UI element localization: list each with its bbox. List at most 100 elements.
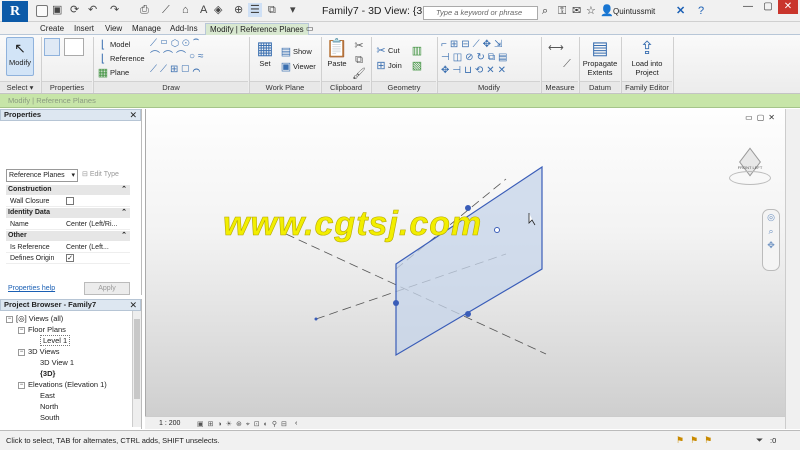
cut-clipboard-icon[interactable]: ✂: [352, 39, 366, 53]
viewcube-compass-ring[interactable]: [729, 171, 771, 185]
view-3d-icon[interactable]: ◈: [214, 3, 222, 17]
show-button[interactable]: Show: [293, 47, 312, 56]
split-face-icon[interactable]: ▥: [410, 44, 424, 58]
join-icon[interactable]: ⊞: [374, 59, 388, 73]
property-row[interactable]: Name Center (Left/Ri...: [6, 219, 130, 230]
category-other[interactable]: Other ⌃: [6, 231, 130, 241]
edit-type-button[interactable]: ⊟ Edit Type: [82, 170, 119, 178]
collapse-toggle-icon[interactable]: −: [18, 326, 25, 334]
steering-wheel-icon[interactable]: ◎: [763, 210, 779, 224]
maximize-button[interactable]: ▢: [758, 0, 778, 14]
model-canvas[interactable]: [146, 109, 786, 416]
view-scale[interactable]: 1 : 200: [159, 420, 180, 427]
close-icon[interactable]: ✕: [129, 110, 137, 120]
filter-icon[interactable]: ⏷: [756, 435, 763, 446]
propagate-extents-button[interactable]: ▤ Propagate Extents: [582, 37, 618, 77]
3d-viewport[interactable]: ▭▢✕ FRONT LEFT ◎ ⌕ ✥ www.cgtsj.com: [145, 109, 785, 416]
plane-icon[interactable]: ▦: [96, 66, 110, 80]
collapse-toggle-icon[interactable]: −: [18, 348, 25, 356]
view-control-chevron-icon[interactable]: ‹: [295, 420, 297, 427]
wall-closure-checkbox[interactable]: [66, 197, 74, 206]
dimension-icon[interactable]: ⟋: [560, 57, 574, 71]
set-work-plane-button[interactable]: ▦ Set: [254, 37, 276, 68]
measure-distance-icon[interactable]: ⟷: [548, 41, 564, 55]
text-icon[interactable]: A: [200, 3, 207, 17]
close-button[interactable]: ✕: [778, 0, 798, 14]
join-button[interactable]: Join: [388, 61, 402, 70]
tab-insert[interactable]: Insert: [74, 23, 94, 35]
scrollbar-thumb[interactable]: [134, 319, 140, 399]
navigation-bar[interactable]: ◎ ⌕ ✥: [762, 209, 780, 271]
browser-scrollbar[interactable]: [132, 311, 141, 427]
view-window-controls-icon[interactable]: ▭▢✕: [745, 113, 779, 122]
tag-icon[interactable]: ⌂: [182, 3, 189, 17]
tab-create[interactable]: Create: [40, 23, 64, 35]
select-panel-label[interactable]: Select ▾: [0, 81, 40, 92]
reference-line-icon[interactable]: ⌊: [96, 52, 110, 66]
apply-button[interactable]: Apply: [84, 282, 130, 295]
section-icon[interactable]: ⊕: [234, 3, 243, 17]
pan-icon[interactable]: ✥: [763, 238, 779, 252]
open-icon[interactable]: [36, 5, 48, 17]
collapse-toggle-icon[interactable]: −: [6, 315, 13, 323]
copy-icon[interactable]: ⧉: [352, 53, 366, 67]
tree-item-east[interactable]: East: [6, 390, 130, 401]
viewer-icon[interactable]: ▣: [279, 60, 293, 74]
tree-item-3d-view-1[interactable]: 3D View 1: [6, 357, 130, 368]
tree-item-elevations[interactable]: − Elevations (Elevation 1): [6, 379, 130, 390]
modify-tools-gallery[interactable]: ⌐⊞⊟⟋✥⇲ ⊣◫⊘↻⧉▤ ✥⊣⊔⟲✕✕: [441, 38, 539, 78]
tab-modify-reference-planes[interactable]: Modify | Reference Planes: [205, 23, 309, 35]
category-identity-data[interactable]: Identity Data ⌃: [6, 208, 130, 218]
selection-filter-icons[interactable]: ⚑⚑⚑: [676, 435, 718, 446]
save-icon[interactable]: ▣: [52, 3, 62, 17]
tree-item-north[interactable]: North: [6, 401, 130, 412]
undo-icon[interactable]: ↶: [88, 3, 97, 17]
property-value[interactable]: Center (Left/Ri...: [66, 219, 128, 230]
tab-add-ins[interactable]: Add-Ins: [170, 23, 198, 35]
tree-item-level-1[interactable]: Level 1: [6, 335, 130, 346]
property-row[interactable]: Wall Closure: [6, 196, 130, 207]
redo-icon[interactable]: ↷: [110, 3, 119, 17]
switch-windows-icon[interactable]: ⧉: [268, 3, 276, 17]
properties-icon[interactable]: [44, 38, 60, 56]
view-control-icons[interactable]: ▣⊞◑☀⊛⌖⊡◐⚲⊟: [197, 420, 291, 429]
defines-origin-checkbox[interactable]: ✓: [66, 254, 74, 263]
user-icon[interactable]: 👤: [600, 5, 614, 17]
user-name[interactable]: Quintussmit: [613, 7, 655, 16]
cut-button[interactable]: Cut: [388, 46, 400, 55]
modify-button[interactable]: ↖ Modify: [6, 37, 34, 76]
measure-icon[interactable]: ⟋: [162, 3, 170, 17]
ribbon-minimize-icon[interactable]: ▭: [306, 23, 314, 35]
viewcube[interactable]: FRONT LEFT: [729, 147, 771, 187]
tree-item-3d-views[interactable]: −3D Views: [6, 346, 130, 357]
search-icon[interactable]: ⌕: [542, 5, 548, 17]
paint-icon[interactable]: ▧: [410, 59, 424, 73]
subscription-icon[interactable]: ⚿: [558, 5, 566, 17]
property-row[interactable]: Defines Origin ✓: [6, 253, 130, 264]
favorites-icon[interactable]: ☆: [586, 5, 596, 17]
vertical-scrollbar[interactable]: [785, 109, 800, 429]
application-menu-button[interactable]: R: [2, 1, 28, 23]
tree-item-3d[interactable]: {3D}: [6, 368, 130, 379]
draw-tools-gallery[interactable]: ⟋▭⬡⊙⁀ ⌒⌒⌒○≈ ⟋⟋⊞▢⌒: [150, 37, 220, 77]
sync-icon[interactable]: ⟳: [70, 3, 79, 17]
qat-dropdown-icon[interactable]: ▾: [290, 3, 296, 17]
wall-closure-value[interactable]: [66, 196, 128, 207]
viewer-button[interactable]: Viewer: [293, 62, 316, 71]
tree-item-views-all[interactable]: − [◎] Views (all): [6, 313, 130, 324]
tree-item-floor-plans[interactable]: − Floor Plans: [6, 324, 130, 335]
zoom-icon[interactable]: ⌕: [763, 224, 779, 238]
reference-line-button[interactable]: Reference: [110, 54, 145, 63]
category-construction[interactable]: Construction ⌃: [6, 185, 130, 195]
show-work-plane-icon[interactable]: ▤: [279, 45, 293, 59]
help-icon[interactable]: ?: [698, 5, 704, 17]
reference-plane-button[interactable]: Plane: [110, 68, 129, 77]
paste-button[interactable]: 📋 Paste: [325, 37, 349, 68]
match-properties-icon[interactable]: 🖌: [352, 67, 366, 81]
property-row[interactable]: Is Reference Center (Left...: [6, 242, 130, 253]
tab-manage[interactable]: Manage: [132, 23, 161, 35]
property-value[interactable]: Center (Left...: [66, 242, 128, 253]
properties-help-link[interactable]: Properties help: [8, 285, 55, 292]
type-selector[interactable]: Reference Planes ▾: [6, 169, 78, 182]
model-line-icon[interactable]: ⌊: [96, 38, 110, 52]
